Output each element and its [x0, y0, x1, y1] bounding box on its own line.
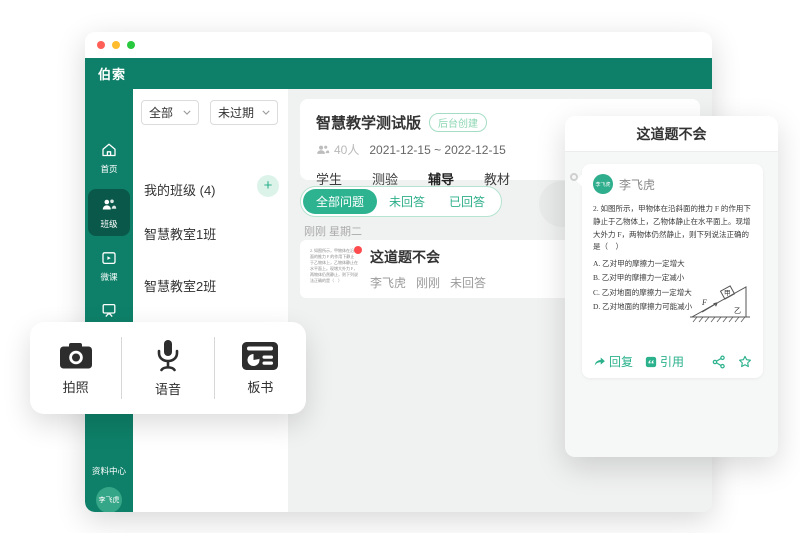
home-icon	[102, 143, 116, 157]
filter-unanswered[interactable]: 未回答	[377, 189, 437, 214]
sidebar-item-microlesson[interactable]: 微课	[85, 249, 133, 283]
student-name: 李飞虎	[619, 177, 656, 192]
favorite-star-button[interactable]	[738, 355, 752, 369]
chevron-down-icon	[183, 110, 191, 115]
sidebar: 首页 班级 微课 资料中心 李飞虎	[85, 89, 133, 512]
class-scope-filter-value: 全部	[149, 106, 174, 120]
course-date-range: 2021-12-15 ~ 2022-12-15	[369, 142, 506, 157]
diagram-force-label: F	[701, 298, 707, 307]
user-avatar[interactable]: 李飞虎	[96, 487, 122, 512]
question-thumbnail-text: 2. 如图所示，甲物体在沿斜面的推力 F 的作用下静止于乙物体上，乙物体静止在水…	[310, 248, 358, 283]
question-status: 未回答	[450, 276, 487, 290]
question-detail-title: 这道题不会	[565, 116, 778, 152]
question-detail-panel: 这道题不会 李飞虎 李飞虎 2. 如图所示，甲物体在沿斜面的推力 F 的作用下静…	[565, 116, 778, 457]
timeline-label: 刚刚 星期二	[304, 226, 363, 238]
whiteboard-button[interactable]: 板书	[215, 341, 306, 396]
camera-icon	[59, 342, 92, 368]
question-title: 这道题不会	[370, 249, 440, 265]
course-badge: 后台创建	[429, 113, 488, 132]
quote-label: 引用	[660, 355, 685, 369]
option-a: A. 乙对甲的摩擦力一定增大	[593, 259, 685, 268]
microphone-icon	[157, 339, 179, 371]
quote-button[interactable]: 引用	[645, 353, 684, 370]
sidebar-item-class[interactable]: 班级	[88, 189, 130, 236]
whiteboard-icon	[242, 341, 279, 370]
star-icon	[739, 355, 751, 367]
class-status-filter-value: 未过期	[218, 106, 255, 120]
question-options: A. 乙对甲的摩擦力一定增大 B. 乙对甲的摩擦力一定减小 C. 乙对地面的摩擦…	[593, 257, 752, 323]
tool-label: 拍照	[62, 379, 89, 395]
tool-label: 板书	[247, 379, 274, 395]
sidebar-item-label: 首页	[100, 164, 118, 174]
sidebar-item-home[interactable]: 首页	[85, 141, 133, 175]
quote-icon	[645, 356, 657, 367]
chevron-down-icon	[262, 110, 270, 115]
diagram-incline-label: 乙	[734, 307, 741, 315]
live-classroom-icon	[102, 303, 116, 318]
voice-button[interactable]: 语音	[122, 339, 213, 398]
student-avatar-name: 李飞虎	[595, 181, 611, 188]
reply-button[interactable]: 回复	[593, 353, 633, 370]
question-actions: 回复 引用	[593, 353, 752, 370]
question-time: 刚刚	[416, 276, 441, 290]
class-list-item[interactable]: 智慧教室2班	[144, 276, 216, 295]
class-scope-filter[interactable]: 全部	[141, 100, 199, 125]
app-header: 伯索	[85, 58, 712, 89]
bubble-tail	[576, 174, 589, 187]
share-button[interactable]	[712, 355, 726, 369]
class-list-panel: 全部 未过期 我的班级 (4) + 智慧教室1班 智慧教室2班 智慧教室3班	[133, 89, 288, 512]
question-thumbnail: 2. 如图所示，甲物体在沿斜面的推力 F 的作用下静止于乙物体上，乙物体静止在水…	[310, 246, 362, 290]
student-question-bubble: 李飞虎 李飞虎 2. 如图所示，甲物体在沿斜面的推力 F 的作用下静止于乙物体上…	[576, 164, 763, 378]
minimize-window-button[interactable]	[112, 41, 120, 49]
question-filter-group: 全部问题 未回答 已回答	[300, 186, 503, 217]
add-class-button[interactable]: +	[257, 175, 279, 197]
question-student: 李飞虎	[370, 276, 407, 290]
sidebar-item-label: 资料中心	[91, 466, 127, 476]
physics-incline-diagram: F 甲 乙	[690, 285, 750, 323]
window-titlebar	[85, 32, 712, 58]
sidebar-item-resource-center[interactable]: 资料中心	[85, 461, 133, 477]
reply-icon	[594, 357, 605, 366]
tool-label: 语音	[154, 381, 181, 397]
filter-answered[interactable]: 已回答	[437, 189, 497, 214]
question-detail-body: 李飞虎 李飞虎 2. 如图所示，甲物体在沿斜面的推力 F 的作用下静止于乙物体上…	[565, 153, 778, 457]
close-window-button[interactable]	[97, 41, 105, 49]
answer-toolbar: 拍照 语音 板书	[30, 322, 306, 414]
micro-lesson-icon	[102, 252, 116, 265]
page: 伯索 首页 班级 微课 资料中心 李飞虎 全部 未过期 我的班级 (4) + 智…	[0, 0, 800, 533]
class-list-item[interactable]: 智慧教室1班	[144, 224, 216, 243]
course-member-count: 40人	[334, 143, 360, 157]
share-icon	[712, 355, 725, 368]
class-people-icon	[102, 199, 117, 210]
take-photo-button[interactable]: 拍照	[30, 341, 121, 396]
reply-label: 回复	[609, 355, 634, 369]
avatar-name: 李飞虎	[98, 497, 120, 504]
maximize-window-button[interactable]	[127, 41, 135, 49]
members-icon	[317, 145, 330, 154]
sidebar-item-label: 班级	[100, 219, 118, 229]
filter-all-questions[interactable]: 全部问题	[303, 189, 378, 214]
sidebar-item-label: 微课	[100, 272, 118, 282]
my-classes-heading: 我的班级 (4)	[144, 183, 216, 198]
course-title: 智慧教学测试版	[316, 115, 422, 132]
unread-badge	[354, 246, 362, 254]
question-text: 2. 如图所示，甲物体在沿斜面的推力 F 的作用下静止于乙物体上，乙物体静止在水…	[593, 204, 751, 252]
student-avatar: 李飞虎	[593, 174, 613, 194]
class-status-filter[interactable]: 未过期	[210, 100, 278, 125]
app-title: 伯索	[98, 67, 127, 82]
diagram-block-label: 甲	[724, 289, 731, 297]
